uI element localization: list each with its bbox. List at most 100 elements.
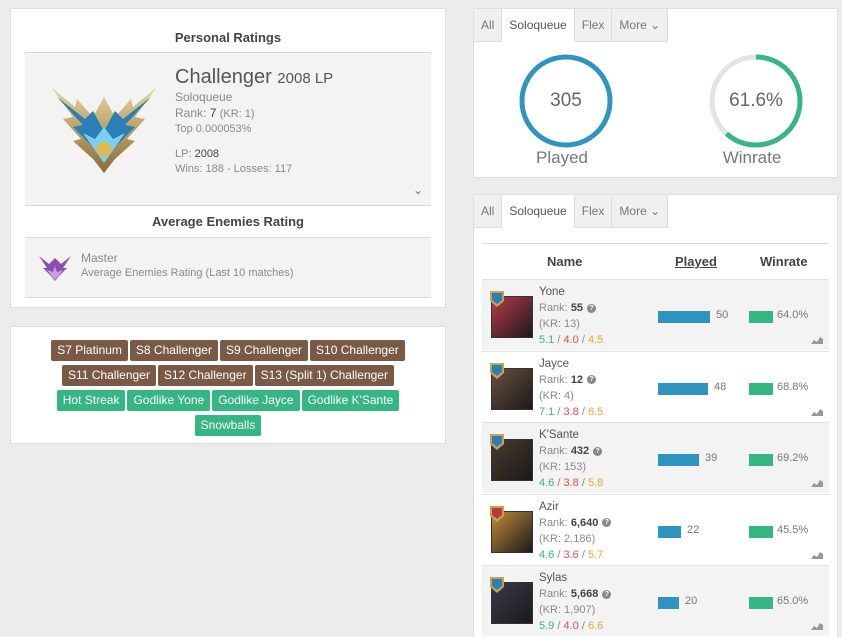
champion-rank-kr: (KR: 4) (539, 389, 574, 402)
rank-label: Rank: (539, 588, 568, 600)
played-count: 20 (685, 595, 698, 607)
winrate-value: 68.8% (777, 380, 809, 393)
played-label: Played (536, 148, 588, 167)
queue-name: Soloqueue (175, 90, 233, 104)
played-bar (658, 311, 710, 323)
top-percent: Top 0.000053% (175, 123, 252, 135)
champion-portrait (490, 291, 533, 338)
champion-name[interactable]: K'Sante (539, 427, 603, 443)
chevron-down-icon[interactable]: ⌄ (413, 183, 423, 197)
tab-soloqueue[interactable]: Soloqueue (502, 195, 575, 228)
champion-tabs: All Soloqueue Flex More ⌄ (474, 195, 669, 229)
personal-ratings-title: Personal Ratings (25, 23, 431, 53)
header-played[interactable]: Played (675, 254, 717, 269)
winrate-bar (749, 597, 773, 609)
table-row[interactable]: K'Sante Rank: 432? (KR: 153) 4.6 / 3.8 /… (482, 422, 829, 493)
played-bar (658, 597, 679, 609)
help-icon[interactable]: ? (587, 303, 597, 313)
trend-chart-icon[interactable] (811, 336, 823, 344)
trend-chart-icon[interactable] (811, 551, 823, 559)
badge[interactable]: Snowballs (194, 415, 262, 436)
rank-label: Rank: (175, 106, 207, 120)
badge[interactable]: Hot Streak (56, 390, 126, 411)
champions-panel: All Soloqueue Flex More ⌄ Name Played Wi… (473, 194, 838, 637)
badge[interactable]: Godlike K'Sante (301, 390, 400, 411)
winrate-bar (749, 454, 773, 466)
rank-kr: (KR: 1) (219, 108, 255, 120)
badge[interactable]: S12 Challenger (157, 365, 253, 386)
winrate-value: 65.0% (777, 595, 809, 607)
winrate-value: 61.6% (729, 90, 783, 111)
trend-chart-icon[interactable] (811, 408, 823, 416)
tab-more[interactable]: More ⌄ (612, 9, 669, 42)
table-row[interactable]: Jayce Rank: 12? (KR: 4) 7.1 / 3.8 / 6.5 … (482, 350, 829, 422)
trend-chart-icon[interactable] (811, 479, 823, 487)
winrate-bar (749, 525, 773, 538)
kills: 4.6 (539, 477, 555, 489)
winrate-value: 64.0% (777, 309, 809, 321)
average-enemies-title: Average Enemies Rating (25, 206, 431, 238)
badge[interactable]: S10 Challenger (310, 340, 405, 361)
rank-emblem-icon (490, 505, 504, 522)
assists: 6.5 (587, 405, 604, 418)
table-row[interactable]: Sylas Rank: 5,668? (KR: 1,907) 5.9 / 4.0… (482, 565, 829, 636)
header-name[interactable]: Name (547, 254, 582, 269)
help-icon[interactable]: ? (602, 589, 612, 599)
header-winrate[interactable]: Winrate (760, 254, 808, 269)
help-icon[interactable]: ? (587, 375, 597, 385)
badge[interactable]: Godlike Jayce (212, 390, 300, 411)
played-count: 22 (687, 523, 700, 536)
champion-portrait (490, 362, 533, 410)
champion-rank-kr: (KR: 1,907) (539, 604, 596, 616)
help-icon[interactable]: ? (593, 446, 603, 456)
kills: 4.6 (539, 548, 555, 561)
tab-all[interactable]: All (474, 9, 503, 42)
champion-rank: 6,640 (570, 516, 599, 529)
champion-name[interactable]: Sylas (539, 570, 611, 586)
tier-lp: 2008 LP (277, 70, 334, 87)
champion-rank: 5,668 (570, 588, 599, 600)
winrate-value: 69.2% (777, 452, 809, 464)
deaths: 3.8 (563, 477, 579, 489)
rank-label: Rank: (539, 302, 568, 314)
played-count: 50 (716, 309, 729, 321)
winrate-bar (749, 382, 773, 395)
champion-rank-kr: (KR: 13) (539, 318, 580, 330)
tab-more[interactable]: More ⌄ (612, 195, 669, 228)
help-icon[interactable]: ? (602, 518, 612, 528)
tab-all[interactable]: All (474, 195, 503, 228)
champion-rank-kr: (KR: 2,186) (539, 532, 596, 545)
champion-portrait (490, 577, 533, 624)
champion-portrait (490, 505, 533, 553)
champion-name[interactable]: Yone (539, 284, 603, 300)
kills: 7.1 (539, 405, 555, 418)
tab-flex[interactable]: Flex (574, 195, 613, 228)
deaths: 3.6 (563, 548, 579, 561)
stats-panel: All Soloqueue Flex More ⌄ 305 Played 61.… (473, 8, 838, 178)
champion-rank: 55 (570, 302, 584, 314)
master-crest-icon (39, 256, 71, 281)
champion-name[interactable]: Azir (539, 499, 611, 515)
champion-name[interactable]: Jayce (539, 356, 603, 372)
tab-soloqueue[interactable]: Soloqueue (502, 9, 575, 42)
winrate-bar (749, 311, 773, 323)
assists: 4.5 (587, 334, 604, 346)
trend-chart-icon[interactable] (811, 622, 823, 630)
badge[interactable]: Godlike Yone (127, 390, 211, 411)
played-count: 39 (705, 452, 718, 464)
rank-emblem-icon (490, 362, 504, 379)
badge[interactable]: S8 Challenger (129, 340, 218, 361)
lp-label: LP: (175, 148, 192, 160)
winrate-label: Winrate (722, 148, 782, 167)
badge[interactable]: S11 Challenger (62, 365, 156, 386)
enemies-subtitle: Average Enemies Rating (Last 10 matches) (81, 267, 294, 279)
badge[interactable]: S9 Challenger (219, 340, 309, 361)
table-row[interactable]: Azir Rank: 6,640? (KR: 2,186) 4.6 / 3.6 … (482, 493, 829, 565)
badge[interactable]: S7 Platinum (51, 340, 128, 361)
tab-flex[interactable]: Flex (574, 9, 613, 42)
badge[interactable]: S13 (Split 1) Challenger (254, 365, 394, 386)
played-ring: 305 (516, 51, 616, 151)
rank-value: 7 (209, 106, 217, 120)
table-row[interactable]: Yone Rank: 55? (KR: 13) 5.1 / 4.0 / 4.5 … (482, 279, 829, 350)
deaths: 3.8 (563, 405, 579, 418)
